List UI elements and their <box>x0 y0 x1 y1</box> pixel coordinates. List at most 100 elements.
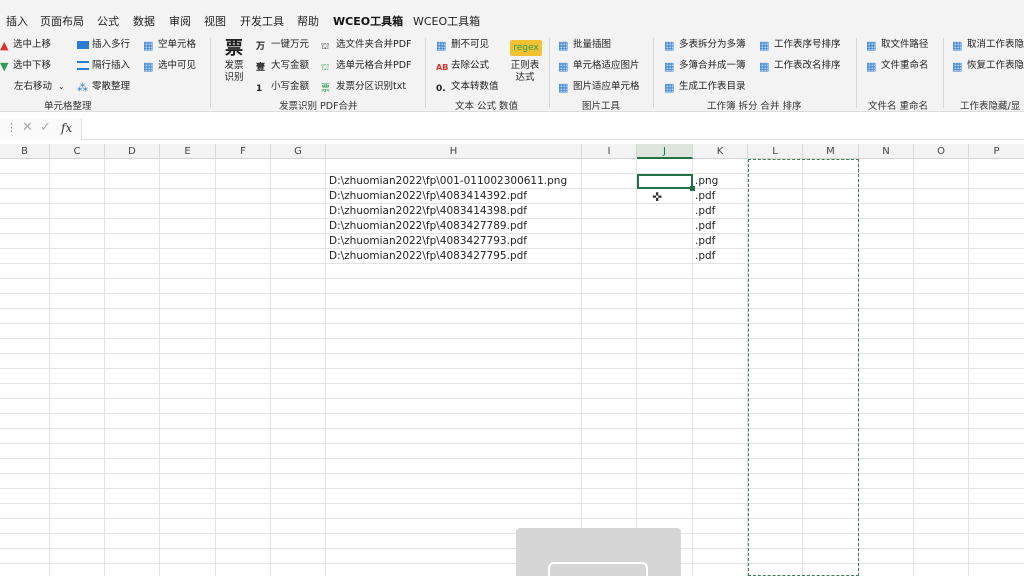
path-cell[interactable]: D:\zhuomian2022\fp\4083427793.pdf <box>329 234 527 249</box>
one-key-wan-button[interactable]: 万一键万元 <box>256 38 309 52</box>
select-visible-button[interactable]: ▦ 选中可见 <box>143 59 196 73</box>
sort-name-label: 工作表改名排序 <box>774 60 841 71</box>
formula-controls: ⋮ ✕ ✓ fx <box>0 118 82 140</box>
sort-name-button[interactable]: ▦ 工作表改名排序 <box>759 59 841 73</box>
menu-help[interactable]: 帮助 <box>297 13 319 29</box>
path-cell[interactable]: D:\zhuomian2022\fp\4083414398.pdf <box>329 204 527 219</box>
column-header-o[interactable]: O <box>914 144 969 159</box>
chevron-down-icon: ⌄ <box>58 82 65 91</box>
move-up-button[interactable]: ▲ 选中上移 <box>0 38 51 52</box>
upper-amount-button[interactable]: 壹大写金额 <box>256 59 309 73</box>
invoice-txt-button[interactable]: 票发票分区识别txt <box>321 80 406 94</box>
ribbon-separator <box>210 38 211 108</box>
more-icon[interactable]: ⋮ <box>6 121 17 134</box>
wan-icon: 万 <box>256 42 266 52</box>
get-path-label: 取文件路径 <box>881 39 929 50</box>
scatter-tidy-icon: ⁂ <box>77 81 88 94</box>
cancel-icon[interactable]: ✕ <box>22 120 33 135</box>
grid-line <box>0 413 1024 414</box>
path-cell[interactable]: D:\zhuomian2022\fp\4083414392.pdf <box>329 189 527 204</box>
column-header-l[interactable]: L <box>748 144 803 159</box>
path-cell[interactable]: D:\zhuomian2022\fp\4083427789.pdf <box>329 219 527 234</box>
batch-insert-button[interactable]: ▦ 批量插图 <box>558 38 611 52</box>
grid-line <box>0 488 1024 489</box>
menu-page-layout[interactable]: 页面布局 <box>40 13 84 29</box>
gen-dir-button[interactable]: ▦ 生成工作表目录 <box>664 80 746 94</box>
merge-multi-button[interactable]: ▦ 多簿合并成一簿 <box>664 59 746 73</box>
interlace-insert-button[interactable]: 隔行插入 <box>77 59 130 73</box>
folder-icon: ⛫ <box>321 42 330 52</box>
extension-cell[interactable]: .pdf <box>695 204 715 219</box>
column-header-p[interactable]: P <box>969 144 1024 159</box>
empty-cells-button[interactable]: ▦ 空单元格 <box>143 38 196 52</box>
get-path-button[interactable]: ▦ 取文件路径 <box>866 38 929 52</box>
formula-input[interactable] <box>84 118 1024 140</box>
menu-review[interactable]: 审阅 <box>169 13 191 29</box>
column-header-n[interactable]: N <box>859 144 914 159</box>
active-cell-j[interactable] <box>637 174 693 189</box>
column-header-d[interactable]: D <box>105 144 160 159</box>
move-lr-button[interactable]: 左右移动 ⌄ <box>14 80 65 94</box>
menu-view[interactable]: 视图 <box>204 13 226 29</box>
menu-wceo-toolbox[interactable]: WCEO工具箱 <box>413 13 480 29</box>
grid-icon: ▦ <box>664 39 675 52</box>
remove-formula-button[interactable]: AB 去除公式 <box>436 59 489 73</box>
menu-wceo-toolbox-active[interactable]: WCEO工具箱 <box>333 13 403 29</box>
column-header-b[interactable]: B <box>0 144 50 159</box>
fx-icon[interactable]: fx <box>61 121 72 135</box>
grid-icon: ▦ <box>952 39 963 52</box>
interlace-insert-icon <box>77 61 89 70</box>
menu-formula[interactable]: 公式 <box>97 13 119 29</box>
regex-button[interactable]: regex 正则表达式 <box>510 40 542 84</box>
invoice-recognize-button[interactable]: 票 发票识别 <box>220 38 248 84</box>
extension-cell[interactable]: .pdf <box>695 249 715 264</box>
group-label-image: 图片工具 <box>582 101 621 112</box>
menu-developer[interactable]: 开发工具 <box>240 13 284 29</box>
grid-line <box>0 518 1024 519</box>
folder-pdf-button[interactable]: ⛫ 选文件夹合并PDF <box>321 38 412 52</box>
column-header-c[interactable]: C <box>50 144 105 159</box>
ribbon-separator <box>549 38 550 108</box>
extension-cell[interactable]: .pdf <box>695 189 715 204</box>
grid-line <box>0 473 1024 474</box>
cells-pdf-button[interactable]: ⛫ 选单元格合并PDF <box>321 59 412 73</box>
path-cell[interactable]: D:\zhuomian2022\fp\001-011002300611.png <box>329 174 567 189</box>
extension-cell[interactable]: .pdf <box>695 219 715 234</box>
restore-hide-button[interactable]: ▦ 恢复工作表隐 <box>952 59 1024 73</box>
extension-cell[interactable]: .png <box>695 174 718 189</box>
menu-data[interactable]: 数据 <box>133 13 155 29</box>
column-header-g[interactable]: G <box>271 144 326 159</box>
extension-cell[interactable]: .pdf <box>695 234 715 249</box>
column-header-e[interactable]: E <box>160 144 216 159</box>
sheet-grid[interactable]: D:\zhuomian2022\fp\001-011002300611.png … <box>0 159 1024 576</box>
path-cell[interactable]: D:\zhuomian2022\fp\4083427795.pdf <box>329 249 527 264</box>
column-header-k[interactable]: K <box>693 144 748 159</box>
cell-fit-image-button[interactable]: ▦ 单元格适应图片 <box>558 59 640 73</box>
menu-insert[interactable]: 插入 <box>6 13 28 29</box>
rename-button[interactable]: ▦ 文件重命名 <box>866 59 929 73</box>
upper-amount-label: 大写金额 <box>271 60 310 71</box>
del-invisible-button[interactable]: ▦ 删不可见 <box>436 38 489 52</box>
confirm-icon[interactable]: ✓ <box>40 120 51 135</box>
interlace-insert-label: 隔行插入 <box>92 60 131 71</box>
image-fit-cell-button[interactable]: ▦ 图片适应单元格 <box>558 80 640 94</box>
move-down-button[interactable]: ▼ 选中下移 <box>0 59 51 73</box>
group-label-sheet: 工作表隐藏/显 <box>960 101 1021 112</box>
column-header-f[interactable]: F <box>216 144 271 159</box>
ribbon-separator <box>425 38 426 108</box>
column-header-m[interactable]: M <box>803 144 859 159</box>
insert-rows-button[interactable]: 插入多行 <box>77 38 130 52</box>
lower-amount-button[interactable]: 1 小写金额 <box>256 80 309 94</box>
column-header-i[interactable]: I <box>582 144 637 159</box>
split-multi-button[interactable]: ▦ 多表拆分为多簿 <box>664 38 746 52</box>
column-header-h[interactable]: H <box>326 144 582 159</box>
column-header-j[interactable]: J <box>637 144 693 159</box>
grid-icon: ▦ <box>952 60 963 73</box>
cancel-hide-button[interactable]: ▦ 取消工作表隐 <box>952 38 1024 52</box>
lower-amount-label: 小写金额 <box>271 81 310 92</box>
text-to-num-button[interactable]: 0. 文本转数值 <box>436 80 499 94</box>
scatter-tidy-button[interactable]: ⁂ 零散整理 <box>77 80 130 94</box>
sort-order-button[interactable]: ▦ 工作表序号排序 <box>759 38 841 52</box>
fill-handle[interactable] <box>690 186 695 191</box>
group-label-text: 文本 公式 数值 <box>455 101 519 112</box>
